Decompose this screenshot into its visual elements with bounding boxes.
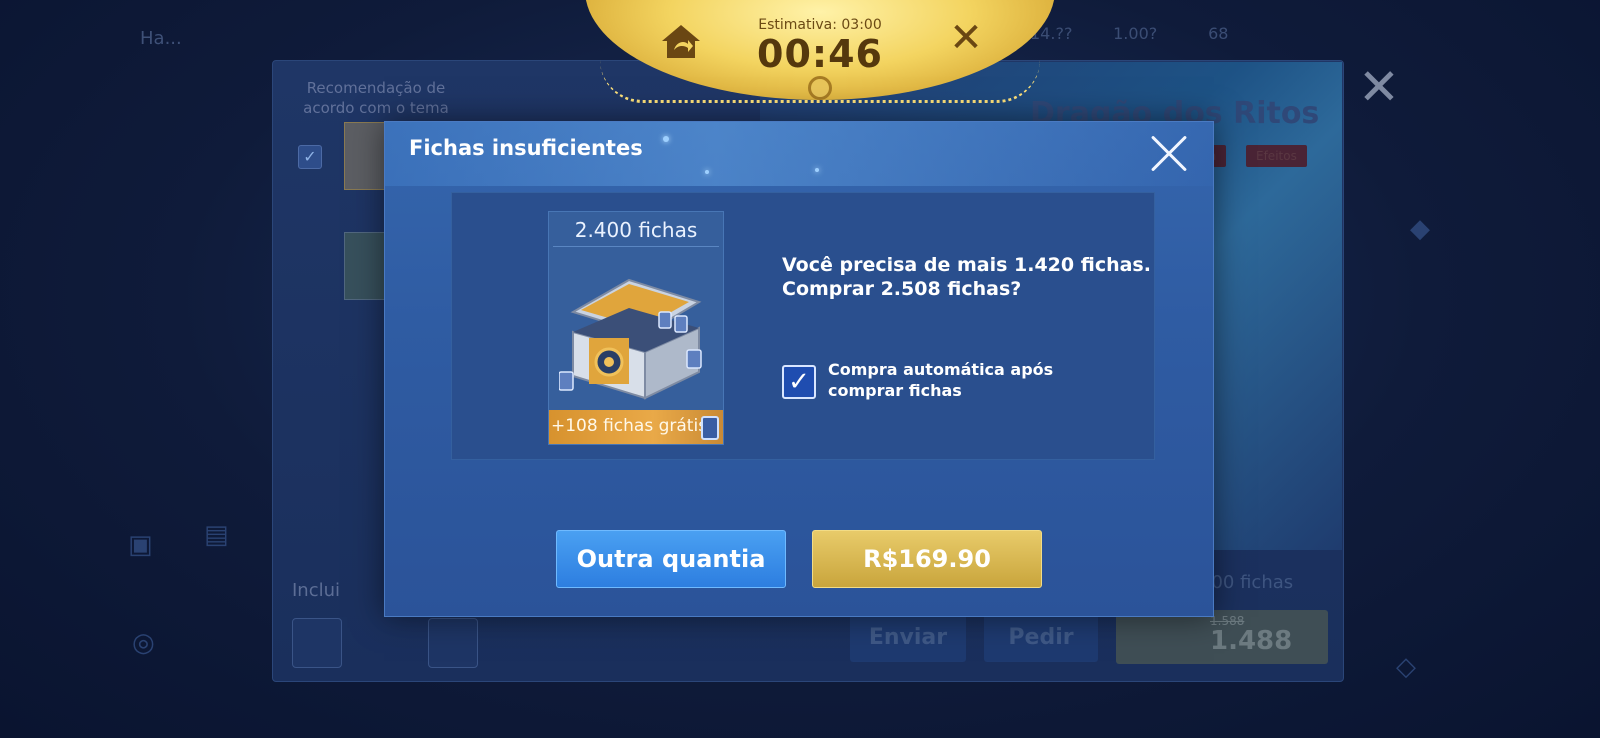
bg-ask-button: Pedir xyxy=(984,614,1098,662)
bg-checkbox: ✓ xyxy=(298,145,322,169)
token-icon xyxy=(701,416,719,440)
bg-send-button: Enviar xyxy=(850,614,966,662)
bg-left-icon-2: ▤ xyxy=(204,520,229,550)
other-amount-button[interactable]: Outra quantia xyxy=(556,530,786,588)
bg-hero-thumbnail-2 xyxy=(344,232,386,300)
token-chest-icon xyxy=(558,272,713,402)
bg-currency-bar: 14.?? 1.00? 68 xyxy=(1030,24,1228,43)
timer-elapsed-value: 00:46 xyxy=(757,32,883,76)
bg-tag-2: Efeitos xyxy=(1246,145,1307,167)
bonus-tokens-label: +108 fichas grátis xyxy=(551,416,708,436)
message-needed-tokens: Você precisa de mais 1.420 fichas. xyxy=(782,254,1151,276)
bg-hero-thumbnail xyxy=(344,122,386,190)
bg-price-value: 1.488 xyxy=(1210,626,1293,656)
bonus-tokens-strip: +108 fichas grátis xyxy=(549,410,723,444)
bg-recommendation-label: Recomendação de acordo com o tema xyxy=(303,79,449,117)
token-package-card[interactable]: 2.400 fichas +108 fichas grátis xyxy=(548,211,724,445)
bg-include-item-icon xyxy=(292,618,342,668)
cancel-matchmaking-icon[interactable]: ✕ xyxy=(948,18,984,58)
dialog-title: Fichas insuficientes xyxy=(409,136,643,160)
message-purchase-question: Comprar 2.508 fichas? xyxy=(782,278,1022,300)
bg-include-item-icon-2 xyxy=(428,618,478,668)
bg-side-emote-icon: ◆ xyxy=(1410,214,1430,244)
bg-price-button: 1.588 1.488 xyxy=(1116,610,1328,664)
bg-nav-title: Ha... xyxy=(140,28,182,49)
card-divider xyxy=(553,246,719,247)
sparkle-icon xyxy=(705,170,709,174)
buy-button[interactable]: R$169.90 xyxy=(812,530,1042,588)
auto-purchase-checkbox[interactable]: ✓ xyxy=(782,365,816,399)
bg-currency-value-2: 1.00? xyxy=(1113,24,1158,43)
return-home-icon[interactable] xyxy=(658,22,704,62)
bg-includes-label: Inclui xyxy=(292,580,341,601)
bg-close-icon: ✕ xyxy=(1358,58,1400,116)
timer-estimate-label: Estimativa: 03:00 xyxy=(758,17,882,33)
bg-side-share-icon: ◇ xyxy=(1396,652,1416,682)
dialog-content-box: 2.400 fichas +108 fichas grátis Você pre… xyxy=(451,192,1155,460)
sparkle-icon xyxy=(663,136,669,142)
bg-left-icon-1: ▣ xyxy=(128,530,153,560)
purchase-message: Você precisa de mais 1.420 fichas. Compr… xyxy=(782,253,1151,301)
bg-currency-value-3: 68 xyxy=(1208,24,1229,43)
sparkle-icon xyxy=(815,168,819,172)
timer-gem-icon xyxy=(808,76,832,100)
close-icon[interactable] xyxy=(1147,132,1191,176)
token-package-amount: 2.400 fichas xyxy=(574,218,698,242)
auto-purchase-label: Compra automática após comprar fichas xyxy=(828,360,1054,400)
bg-left-icon-3: ◎ xyxy=(132,628,155,658)
insufficient-tokens-dialog: Fichas insuficientes 2.400 fichas +108 f… xyxy=(384,121,1214,617)
